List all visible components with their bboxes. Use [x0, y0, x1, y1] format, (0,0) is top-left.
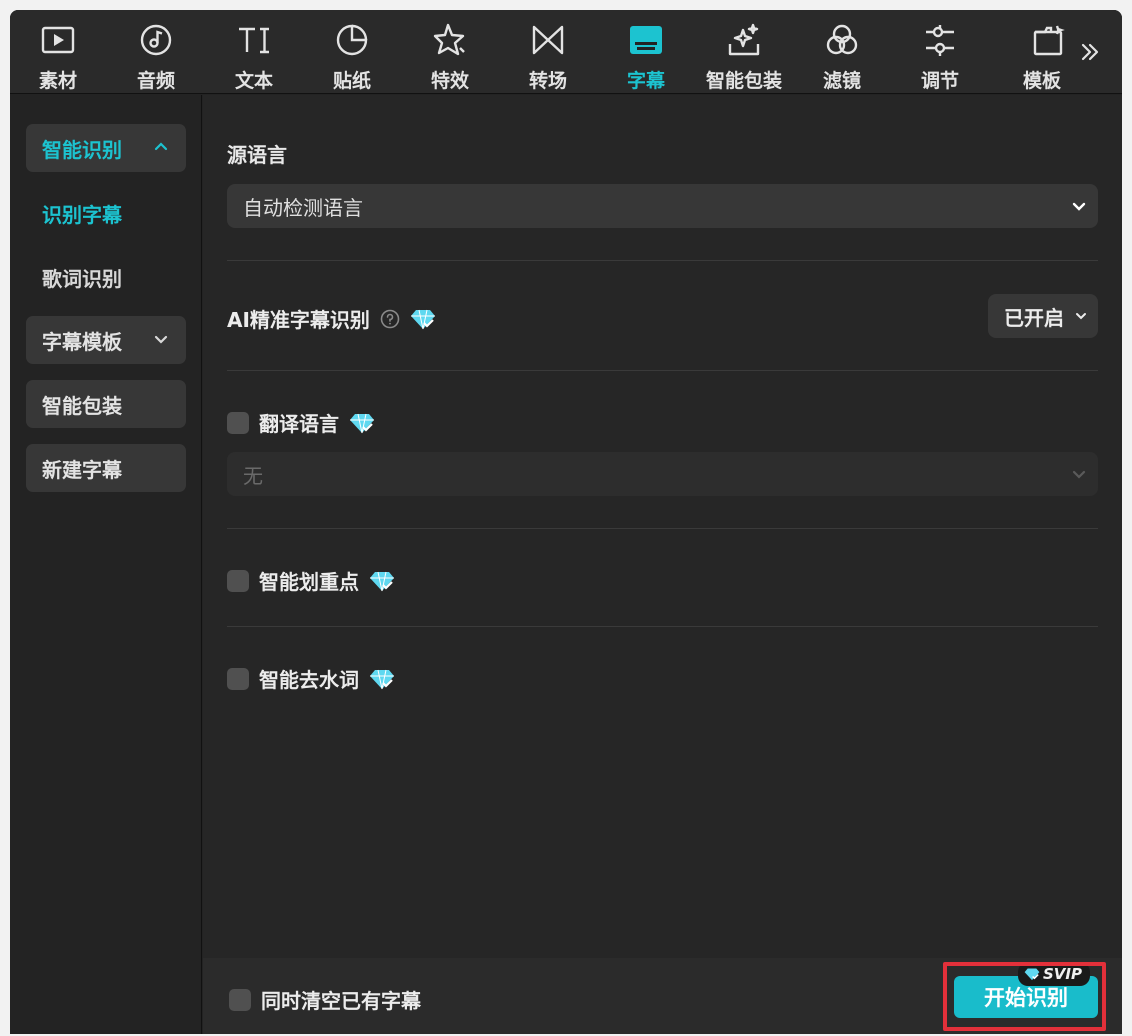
- tab-effects-label: 特效: [430, 70, 469, 92]
- help-question-icon[interactable]: [380, 309, 400, 329]
- tab-template-label: 模板: [1023, 70, 1062, 92]
- chevron-down-icon: [154, 335, 168, 344]
- translate-row: 翻译语言: [227, 408, 375, 437]
- tab-transition-label: 转场: [528, 70, 567, 92]
- sidebar-item-label: 新建字幕: [42, 457, 122, 482]
- ai-precise-toggle[interactable]: 已开启: [988, 294, 1098, 338]
- sidebar-group-smart-recognition[interactable]: 智能识别: [26, 124, 186, 172]
- filler-words-checkbox[interactable]: [227, 667, 249, 690]
- divider: [227, 626, 1098, 627]
- tab-text-label: 文本: [234, 70, 273, 92]
- tab-smart-package[interactable]: 智能包装: [699, 10, 789, 94]
- svip-badge-text: SVIP: [1043, 965, 1082, 983]
- tab-subtitle[interactable]: 字幕: [601, 10, 691, 94]
- svip-badge: SVIP: [1018, 962, 1090, 986]
- effects-star-icon: [430, 20, 470, 60]
- sidebar-group-label: 字幕模板: [42, 329, 122, 354]
- vip-diamond-icon: [370, 669, 394, 689]
- sidebar-item-smart-package[interactable]: 智能包装: [26, 380, 186, 428]
- vip-diamond-icon: [350, 413, 374, 433]
- tab-adjust[interactable]: 调节: [895, 10, 985, 94]
- left-sidebar: 智能识别 识别字幕 歌词识别 字幕模板 智能包装 新建字幕: [10, 95, 202, 1034]
- tab-smart-package-label: 智能包装: [705, 70, 782, 92]
- tab-transition[interactable]: 转场: [503, 10, 593, 94]
- music-note-icon: [136, 20, 176, 60]
- sidebar-item-label: 智能包装: [42, 393, 122, 418]
- divider: [227, 528, 1098, 529]
- template-icon: [1029, 20, 1069, 60]
- sidebar-group-subtitle-templates[interactable]: 字幕模板: [26, 316, 186, 364]
- sidebar-item-lyrics-recognition[interactable]: 歌词识别: [42, 263, 122, 292]
- vip-diamond-icon: [370, 571, 394, 591]
- transition-bowtie-icon: [528, 20, 568, 60]
- text-ti-icon: [234, 20, 274, 60]
- tab-text[interactable]: 文本: [209, 10, 299, 94]
- app-window: 素材 音频 文本 贴纸 特效 转场 字幕 智能包装 滤镜 调节 模板 智能识别 …: [10, 10, 1122, 1034]
- tab-subtitle-label: 字幕: [626, 70, 665, 92]
- source-language-title: 源语言: [227, 143, 287, 167]
- tab-sticker-label: 贴纸: [332, 70, 371, 92]
- tab-filter-label: 滤镜: [822, 70, 861, 92]
- sidebar-group-label: 智能识别: [42, 137, 122, 162]
- vip-diamond-icon: [1024, 968, 1040, 981]
- ai-precise-state: 已开启: [1004, 305, 1064, 330]
- translate-label: 翻译语言: [259, 412, 339, 436]
- filler-words-row: 智能去水词: [227, 664, 395, 693]
- double-chevron-right-icon: [1081, 43, 1099, 61]
- ai-precise-row: AI精准字幕识别: [227, 304, 436, 333]
- chevron-up-icon: [154, 142, 168, 151]
- clear-existing-row: 同时清空已有字幕: [229, 985, 421, 1014]
- source-language-value: 自动检测语言: [243, 195, 363, 220]
- smart-highlight-row: 智能划重点: [227, 566, 395, 595]
- action-footer: 同时清空已有字幕 开始识别 SVIP: [203, 958, 1122, 1034]
- chevron-down-icon: [1076, 313, 1086, 320]
- tab-sticker[interactable]: 贴纸: [307, 10, 397, 94]
- clear-existing-checkbox[interactable]: [229, 988, 251, 1011]
- main-panel: 源语言 自动检测语言 AI精准字幕识别 已开启 翻译语言 无 智能划重点 智能去…: [203, 95, 1122, 1034]
- smart-highlight-checkbox[interactable]: [227, 569, 249, 592]
- ai-precise-label: AI精准字幕识别: [227, 308, 370, 332]
- filler-words-label: 智能去水词: [259, 668, 359, 692]
- tab-template[interactable]: 模板: [1005, 10, 1071, 94]
- chevron-down-icon: [1072, 202, 1086, 211]
- tab-media[interactable]: 素材: [13, 10, 103, 94]
- divider: [227, 370, 1098, 371]
- tab-filter[interactable]: 滤镜: [797, 10, 887, 94]
- chevron-down-icon: [1072, 470, 1086, 479]
- more-tabs-button[interactable]: [1072, 34, 1108, 70]
- sticker-icon: [332, 20, 372, 60]
- divider: [227, 260, 1098, 261]
- smart-highlight-label: 智能划重点: [259, 570, 359, 594]
- smart-package-sparkle-icon: [724, 20, 764, 60]
- tab-audio-label: 音频: [136, 70, 175, 92]
- sidebar-item-recognize-subtitles[interactable]: 识别字幕: [42, 199, 122, 228]
- tab-media-label: 素材: [38, 70, 77, 92]
- vip-diamond-icon: [410, 309, 435, 329]
- top-toolbar: 素材 音频 文本 贴纸 特效 转场 字幕 智能包装 滤镜 调节 模板: [10, 10, 1122, 94]
- clear-existing-label: 同时清空已有字幕: [261, 989, 421, 1013]
- translate-language-select[interactable]: 无: [227, 452, 1098, 496]
- media-play-icon: [38, 20, 78, 60]
- adjust-sliders-icon: [920, 20, 960, 60]
- translate-checkbox[interactable]: [227, 411, 249, 434]
- subtitle-icon: [626, 20, 666, 60]
- tab-effects[interactable]: 特效: [405, 10, 495, 94]
- filter-circles-icon: [822, 20, 862, 60]
- translate-language-value: 无: [243, 463, 263, 488]
- source-language-select[interactable]: 自动检测语言: [227, 184, 1098, 228]
- tab-adjust-label: 调节: [920, 70, 959, 92]
- sidebar-item-new-subtitle[interactable]: 新建字幕: [26, 444, 186, 492]
- tab-audio[interactable]: 音频: [111, 10, 201, 94]
